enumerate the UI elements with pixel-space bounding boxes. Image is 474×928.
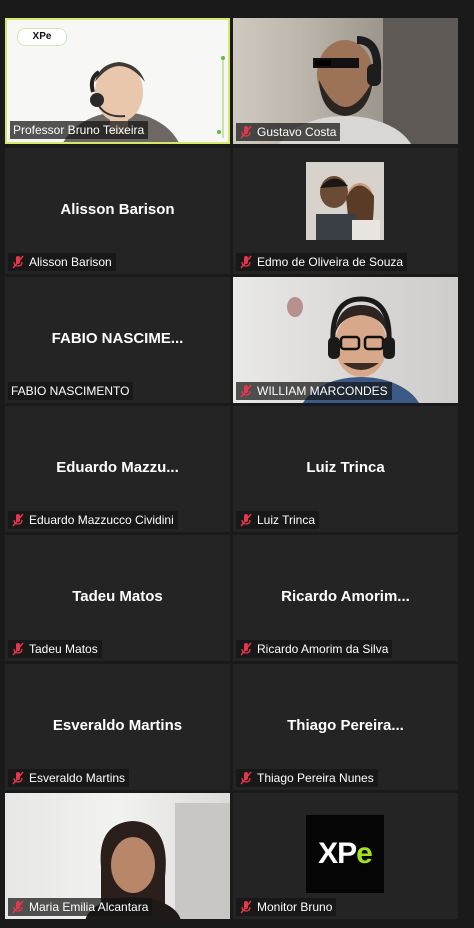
participant-name: Tadeu Matos [29,642,98,656]
muted-mic-icon [240,642,252,656]
participant-display-name: FABIO NASCIME... [51,329,184,347]
muted-mic-icon [240,513,252,527]
participant-display-name: Alisson Barison [60,200,175,218]
participant-label: Tadeu Matos [8,640,102,658]
video-tile-thiago[interactable]: Thiago Pereira... Thiago Pereira Nunes [233,664,458,790]
muted-mic-icon [12,642,24,656]
participant-name: Eduardo Mazzucco Cividini [29,513,174,527]
participant-name: Edmo de Oliveira de Souza [257,255,404,269]
muted-mic-icon [240,771,252,785]
participant-label: Maria Emilia Alcantara [8,898,153,916]
participant-name: Alisson Barison [29,255,112,269]
muted-mic-icon [240,255,252,269]
participant-display-name: Luiz Trinca [306,458,385,476]
profile-photo [306,162,384,240]
logo-e: e [356,837,373,870]
muted-mic-icon [12,771,24,785]
participant-display-name: Thiago Pereira... [287,716,404,734]
participant-display-name: Esveraldo Martins [52,716,183,734]
participant-label: Monitor Bruno [236,898,337,916]
video-tile-monitor-bruno[interactable]: XP e Monitor Bruno [233,793,458,919]
participant-name: Gustavo Costa [257,125,337,139]
video-tile-professor-bruno[interactable]: XPe Professor Bruno Teixeira [5,18,230,144]
video-tile-ricardo[interactable]: Ricardo Amorim... Ricardo Amorim da Silv… [233,535,458,661]
participant-name: Ricardo Amorim da Silva [257,642,389,656]
video-tile-eduardo[interactable]: Eduardo Mazzu... Eduardo Mazzucco Cividi… [5,406,230,532]
video-tile-alisson[interactable]: Alisson Barison Alisson Barison [5,148,230,274]
participant-name: Luiz Trinca [257,513,316,527]
video-tile-esveraldo[interactable]: Esveraldo Martins Esveraldo Martins [5,664,230,790]
participant-display-name: Tadeu Matos [72,587,163,605]
muted-mic-icon [240,125,252,139]
muted-mic-icon [12,513,24,527]
participant-label: Edmo de Oliveira de Souza [236,253,408,271]
logo-xp: XP [318,837,357,870]
video-tile-luiz[interactable]: Luiz Trinca Luiz Trinca [233,406,458,532]
participant-name: Monitor Bruno [257,900,333,914]
participant-display-name: Ricardo Amorim... [281,587,410,605]
video-tile-fabio[interactable]: FABIO NASCIME... FABIO NASCIMENTO [5,277,230,403]
video-grid: XPe Professor Bruno Teixeira Gustavo Cos… [0,0,474,928]
participant-name: Professor Bruno Teixeira [13,123,145,137]
muted-mic-icon [240,384,252,398]
muted-mic-icon [240,900,252,914]
video-tile-tadeu[interactable]: Tadeu Matos Tadeu Matos [5,535,230,661]
participant-display-name: Eduardo Mazzu... [56,458,179,476]
muted-mic-icon [12,255,24,269]
participant-label: Eduardo Mazzucco Cividini [8,511,178,529]
participant-name: Maria Emilia Alcantara [29,900,149,914]
video-tile-gustavo[interactable]: Gustavo Costa [233,18,458,144]
video-tile-william[interactable]: WILLIAM MARCONDES [233,277,458,403]
participant-name: FABIO NASCIMENTO [11,384,130,398]
participant-label: Ricardo Amorim da Silva [236,640,393,658]
xpe-logo: XPe [306,815,384,893]
participant-label: Gustavo Costa [236,123,341,141]
participant-label: FABIO NASCIMENTO [8,382,134,400]
participant-label: Luiz Trinca [236,511,320,529]
participant-name: Thiago Pereira Nunes [257,771,374,785]
participant-label: Thiago Pereira Nunes [236,769,378,787]
video-tile-edmo[interactable]: Edmo de Oliveira de Souza [233,148,458,274]
participant-name: WILLIAM MARCONDES [257,384,388,398]
participant-label: Esveraldo Martins [8,769,130,787]
video-tile-maria[interactable]: Maria Emilia Alcantara [5,793,230,919]
participant-label: Alisson Barison [8,253,116,271]
muted-mic-icon [12,900,24,914]
participant-label: Professor Bruno Teixeira [10,121,149,139]
participant-name: Esveraldo Martins [29,771,126,785]
participant-label: WILLIAM MARCONDES [236,382,392,400]
